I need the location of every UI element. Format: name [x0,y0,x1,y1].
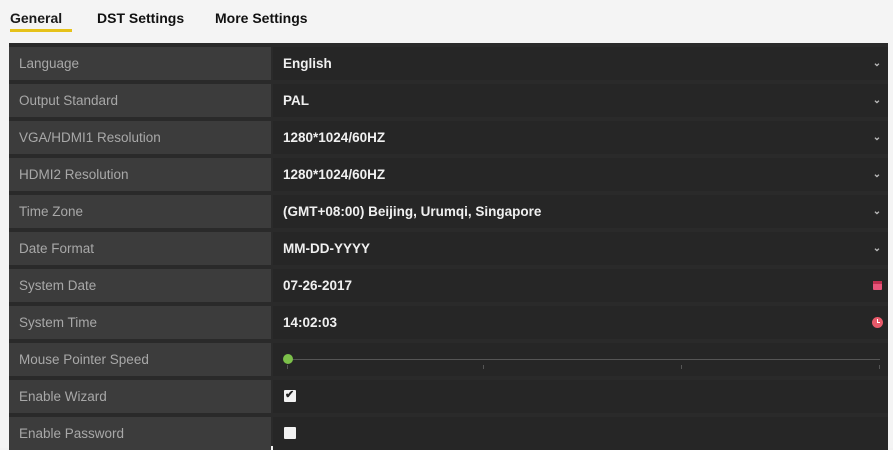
checkmark-icon: ✔ [285,389,295,401]
settings-panel: Language English ⌄ Output Standard PAL ⌄… [9,43,888,450]
row-vga-hdmi1-resolution: VGA/HDMI1 Resolution 1280*1024/60HZ ⌄ [9,120,888,154]
row-time-zone: Time Zone (GMT+08:00) Beijing, Urumqi, S… [9,194,888,228]
slider-tick [287,365,288,369]
slider-tick [681,365,682,369]
calendar-icon[interactable] [873,281,882,290]
tab-general[interactable]: General [10,10,62,26]
enable-password-checkbox[interactable] [284,427,296,439]
slider-thumb[interactable] [283,354,293,364]
hdmi2-resolution-dropdown[interactable]: 1280*1024/60HZ ⌄ [273,158,888,191]
chevron-down-icon: ⌄ [872,169,882,180]
language-value: English [283,56,332,71]
active-tab-indicator [10,29,72,32]
language-label: Language [9,47,271,80]
hdmi2-resolution-value: 1280*1024/60HZ [283,167,386,182]
output-standard-label: Output Standard [9,84,271,117]
row-system-date: System Date 07-26-2017 [9,268,888,302]
system-date-field[interactable]: 07-26-2017 [273,269,888,302]
tab-dst-settings[interactable]: DST Settings [97,10,184,26]
row-mouse-pointer-speed: Mouse Pointer Speed [9,342,888,376]
slider-tick [879,365,880,369]
mouse-pointer-speed-label: Mouse Pointer Speed [9,343,271,376]
enable-password-cell [273,417,888,450]
date-format-dropdown[interactable]: MM-DD-YYYY ⌄ [273,232,888,265]
enable-password-label: Enable Password [9,417,271,450]
system-time-field[interactable]: 14:02:03 [273,306,888,339]
mouse-pointer-speed-slider[interactable] [273,343,888,376]
row-date-format: Date Format MM-DD-YYYY ⌄ [9,231,888,265]
enable-wizard-cell: ✔ [273,380,888,413]
tab-bar: General DST Settings More Settings [0,0,893,36]
row-enable-password: Enable Password [9,416,888,450]
system-time-label: System Time [9,306,271,339]
time-zone-dropdown[interactable]: (GMT+08:00) Beijing, Urumqi, Singapore ⌄ [273,195,888,228]
system-date-value: 07-26-2017 [283,278,353,293]
chevron-down-icon: ⌄ [872,206,882,217]
date-format-label: Date Format [9,232,271,265]
chevron-down-icon: ⌄ [872,95,882,106]
row-hdmi2-resolution: HDMI2 Resolution 1280*1024/60HZ ⌄ [9,157,888,191]
row-output-standard: Output Standard PAL ⌄ [9,83,888,117]
vga-hdmi1-resolution-value: 1280*1024/60HZ [283,130,386,145]
row-language: Language English ⌄ [9,46,888,80]
time-zone-label: Time Zone [9,195,271,228]
chevron-down-icon: ⌄ [872,58,882,69]
date-format-value: MM-DD-YYYY [283,241,370,256]
vga-hdmi1-resolution-dropdown[interactable]: 1280*1024/60HZ ⌄ [273,121,888,154]
row-system-time: System Time 14:02:03 [9,305,888,339]
time-zone-value: (GMT+08:00) Beijing, Urumqi, Singapore [283,204,542,219]
output-standard-dropdown[interactable]: PAL ⌄ [273,84,888,117]
chevron-down-icon: ⌄ [872,132,882,143]
general-settings-window: General DST Settings More Settings Langu… [0,0,893,450]
clock-icon[interactable] [872,317,883,328]
tab-more-settings[interactable]: More Settings [215,10,308,26]
slider-track[interactable] [287,359,880,360]
system-time-value: 14:02:03 [283,315,338,330]
hdmi2-resolution-label: HDMI2 Resolution [9,158,271,191]
enable-wizard-label: Enable Wizard [9,380,271,413]
system-date-label: System Date [9,269,271,302]
row-enable-wizard: Enable Wizard ✔ [9,379,888,413]
output-standard-value: PAL [283,93,309,108]
language-dropdown[interactable]: English ⌄ [273,47,888,80]
enable-wizard-checkbox[interactable]: ✔ [284,389,296,402]
chevron-down-icon: ⌄ [872,243,882,254]
slider-tick [483,365,484,369]
vga-hdmi1-resolution-label: VGA/HDMI1 Resolution [9,121,271,154]
